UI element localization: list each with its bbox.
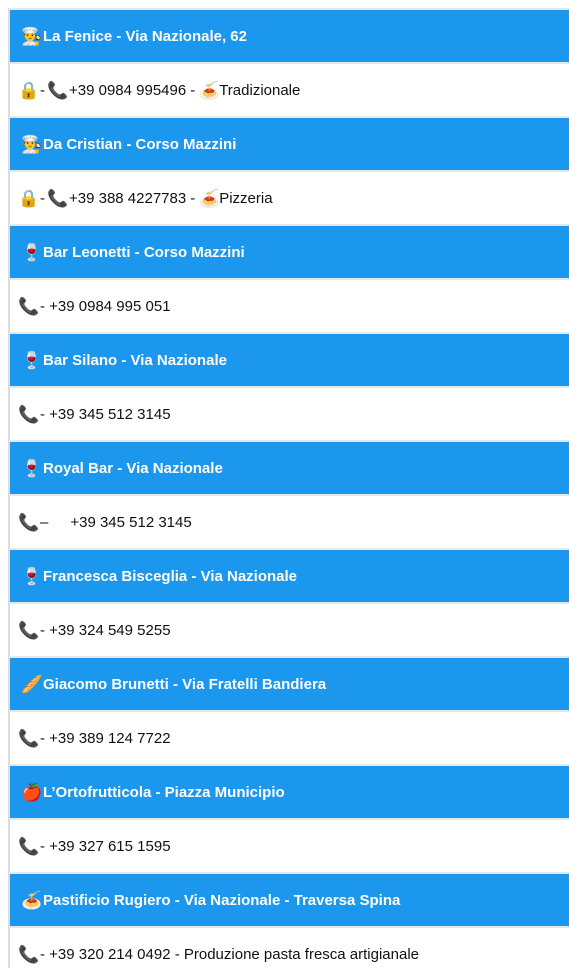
phone-number[interactable]: - +39 389 124 7722: [40, 730, 171, 747]
entry-detail: 📞 - +39 345 512 3145: [10, 386, 569, 440]
phone-number[interactable]: +39 345 512 3145: [70, 514, 191, 531]
pasta-bowl-icon: 🍝: [198, 80, 220, 100]
entry-detail: 🔒 - 📞 +39 0984 995496 - 🍝 Tradizionale: [10, 62, 569, 116]
entry-detail: 🔒 - 📞 +39 388 4227783 - 🍝 Pizzeria: [10, 170, 569, 224]
separator: -: [40, 81, 45, 99]
entry-header: 🍷 Francesca Bisceglia - Via Nazionale: [10, 548, 569, 602]
entry-title: Francesca Bisceglia - Via Nazionale: [43, 567, 298, 585]
category-label: Pizzeria: [219, 189, 273, 207]
entry-title: Bar Leonetti - Corso Mazzini: [43, 243, 245, 261]
pasta-bowl-icon: 🍝: [21, 890, 43, 910]
entry-detail: 📞 - +39 324 549 5255: [10, 602, 569, 656]
entry-title: Giacomo Brunetti - Via Fratelli Bandiera: [43, 675, 327, 693]
entry-header: 👨‍🍳 Da Cristian - Corso Mazzini: [10, 116, 569, 170]
entry-detail: 📞 – +39 345 512 3145: [10, 494, 569, 548]
pasta-bowl-icon: 🍝: [198, 188, 220, 208]
phone-icon: 📞: [18, 944, 40, 964]
category-label: Tradizionale: [219, 81, 301, 99]
phone-icon: 📞: [47, 188, 69, 208]
business-directory-table: 👨‍🍳 La Fenice - Via Nazionale, 62 🔒 - 📞 …: [8, 8, 569, 980]
phone-number[interactable]: - +39 345 512 3145: [40, 406, 171, 423]
entry-title: Bar Silano - Via Nazionale: [43, 351, 227, 369]
entry-header: 🍷 Bar Leonetti - Corso Mazzini: [10, 224, 569, 278]
entry-header: 🥖 Giacomo Brunetti - Via Fratelli Bandie…: [10, 656, 569, 710]
chef-icon: 👨‍🍳: [21, 134, 43, 154]
phone-icon: 📞: [18, 836, 40, 856]
wine-glass-icon: 🍷: [21, 350, 43, 370]
entry-title: Da Cristian - Corso Mazzini: [43, 135, 237, 153]
separator: –: [40, 513, 49, 531]
entry-detail: 📞 - +39 0984 995 051: [10, 278, 569, 332]
separator: -: [190, 189, 196, 207]
bread-icon: 🥖: [21, 674, 43, 694]
phone-icon: 📞: [18, 512, 40, 532]
phone-number[interactable]: - +39 327 615 1595: [40, 838, 171, 855]
entry-detail: 📞 - +39 320 214 0492 - Produzione pasta …: [10, 926, 569, 980]
separator: -: [190, 81, 196, 99]
entry-title: Royal Bar - Via Nazionale: [43, 459, 223, 477]
lock-icon: 🔒: [18, 188, 40, 208]
entry-detail: 📞 - +39 389 124 7722: [10, 710, 569, 764]
entry-detail: 📞 - +39 327 615 1595: [10, 818, 569, 872]
wine-glass-icon: 🍷: [21, 242, 43, 262]
separator: -: [40, 189, 45, 207]
phone-icon: 📞: [18, 404, 40, 424]
entry-title: Pastificio Rugiero - Via Nazionale - Tra…: [43, 891, 401, 909]
lock-icon: 🔒: [18, 80, 40, 100]
phone-icon: 📞: [18, 620, 40, 640]
wine-glass-icon: 🍷: [21, 458, 43, 478]
entry-header: 🍝 Pastificio Rugiero - Via Nazionale - T…: [10, 872, 569, 926]
phone-icon: 📞: [47, 80, 69, 100]
entry-header: 🍎 L’Ortofrutticola - Piazza Municipio: [10, 764, 569, 818]
entry-title: La Fenice - Via Nazionale, 62: [43, 27, 247, 45]
phone-number[interactable]: +39 388 4227783: [69, 190, 186, 207]
phone-number[interactable]: +39 0984 995496: [69, 82, 186, 99]
wine-glass-icon: 🍷: [21, 566, 43, 586]
phone-number[interactable]: - +39 0984 995 051: [40, 298, 171, 315]
phone-number[interactable]: - +39 324 549 5255: [40, 622, 171, 639]
entry-header: 🍷 Bar Silano - Via Nazionale: [10, 332, 569, 386]
phone-number[interactable]: - +39 320 214 0492 - Produzione pasta fr…: [40, 946, 419, 963]
entry-title: L’Ortofrutticola - Piazza Municipio: [43, 783, 285, 801]
phone-icon: 📞: [18, 296, 40, 316]
chef-icon: 👨‍🍳: [21, 26, 43, 46]
apple-icon: 🍎: [21, 782, 43, 802]
entry-header: 🍷 Royal Bar - Via Nazionale: [10, 440, 569, 494]
phone-icon: 📞: [18, 728, 40, 748]
entry-header: 👨‍🍳 La Fenice - Via Nazionale, 62: [10, 8, 569, 62]
